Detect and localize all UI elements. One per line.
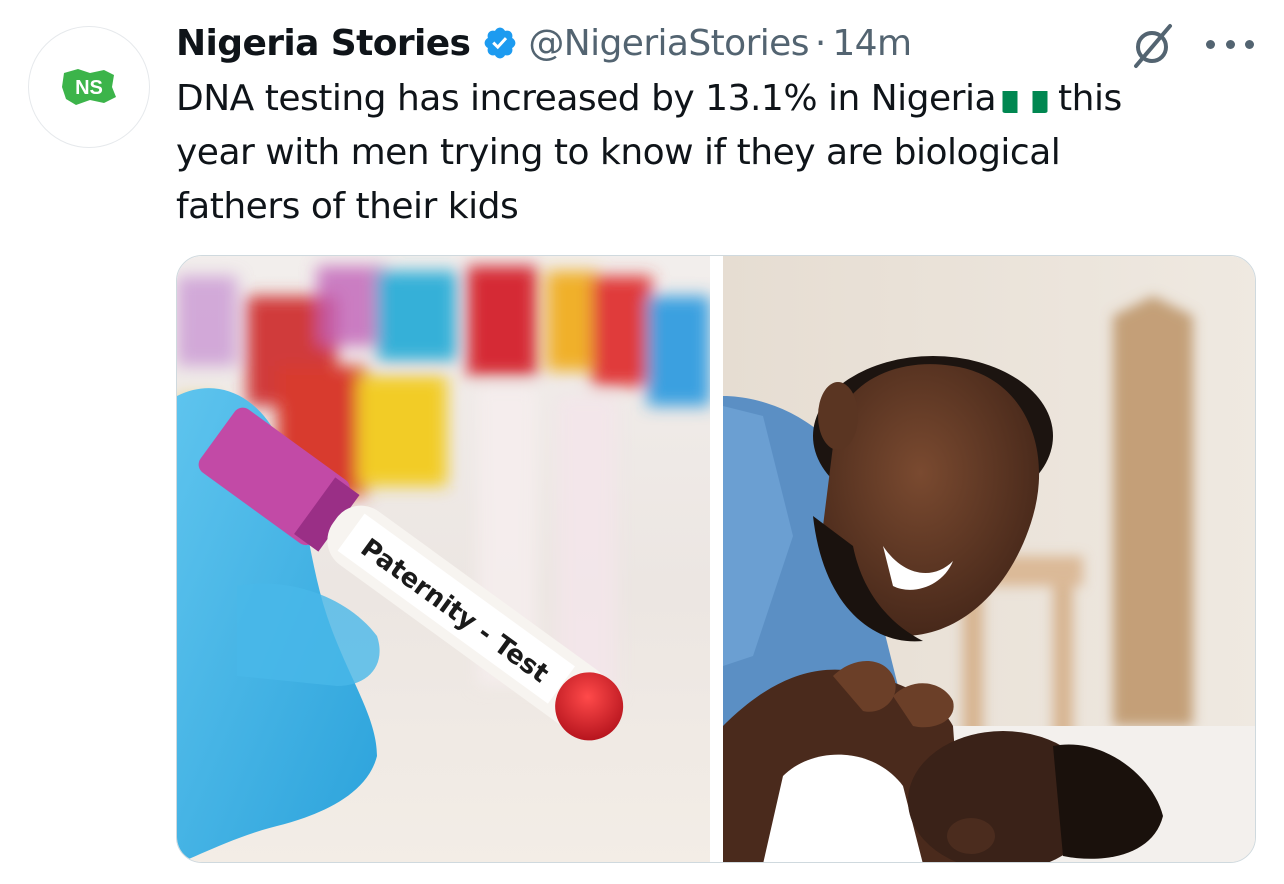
grok-icon[interactable] (1128, 22, 1176, 70)
author-handle[interactable]: @NigeriaStories (528, 23, 809, 64)
timestamp[interactable]: 14m (832, 23, 912, 64)
avatar-text: NS (75, 77, 103, 99)
tweet-line-2: year with men trying to know if they are… (176, 132, 1061, 173)
tweet-header: Nigeria Stories @NigeriaStories · 14m (176, 20, 912, 66)
tweet-line-1-start: DNA testing has increased by 13.1% in Ni… (176, 78, 997, 119)
media-grid: Paternity - Test (176, 255, 1256, 863)
tweet-line-1: DNA testing has increased by 13.1% in Ni… (176, 72, 1246, 126)
verified-badge-icon[interactable] (482, 25, 518, 61)
tweet-text: DNA testing has increased by 13.1% in Ni… (176, 72, 1246, 234)
father-baby-image[interactable] (723, 256, 1255, 862)
nigeria-stories-logo-icon: NS (60, 67, 118, 107)
author-name[interactable]: Nigeria Stories (176, 23, 471, 64)
dot-icon (1245, 39, 1254, 49)
separator-dot: · (814, 22, 827, 64)
tweet-line-1-end: this (1058, 78, 1122, 119)
nigeria-flag-icon (1002, 83, 1048, 113)
dot-icon (1225, 39, 1235, 49)
dot-icon (1206, 39, 1215, 49)
tweet-line-3: fathers of their kids (176, 186, 519, 227)
paternity-test-image[interactable]: Paternity - Test (177, 256, 710, 862)
more-dots-icon[interactable] (1206, 32, 1254, 56)
avatar[interactable]: NS (28, 26, 150, 148)
